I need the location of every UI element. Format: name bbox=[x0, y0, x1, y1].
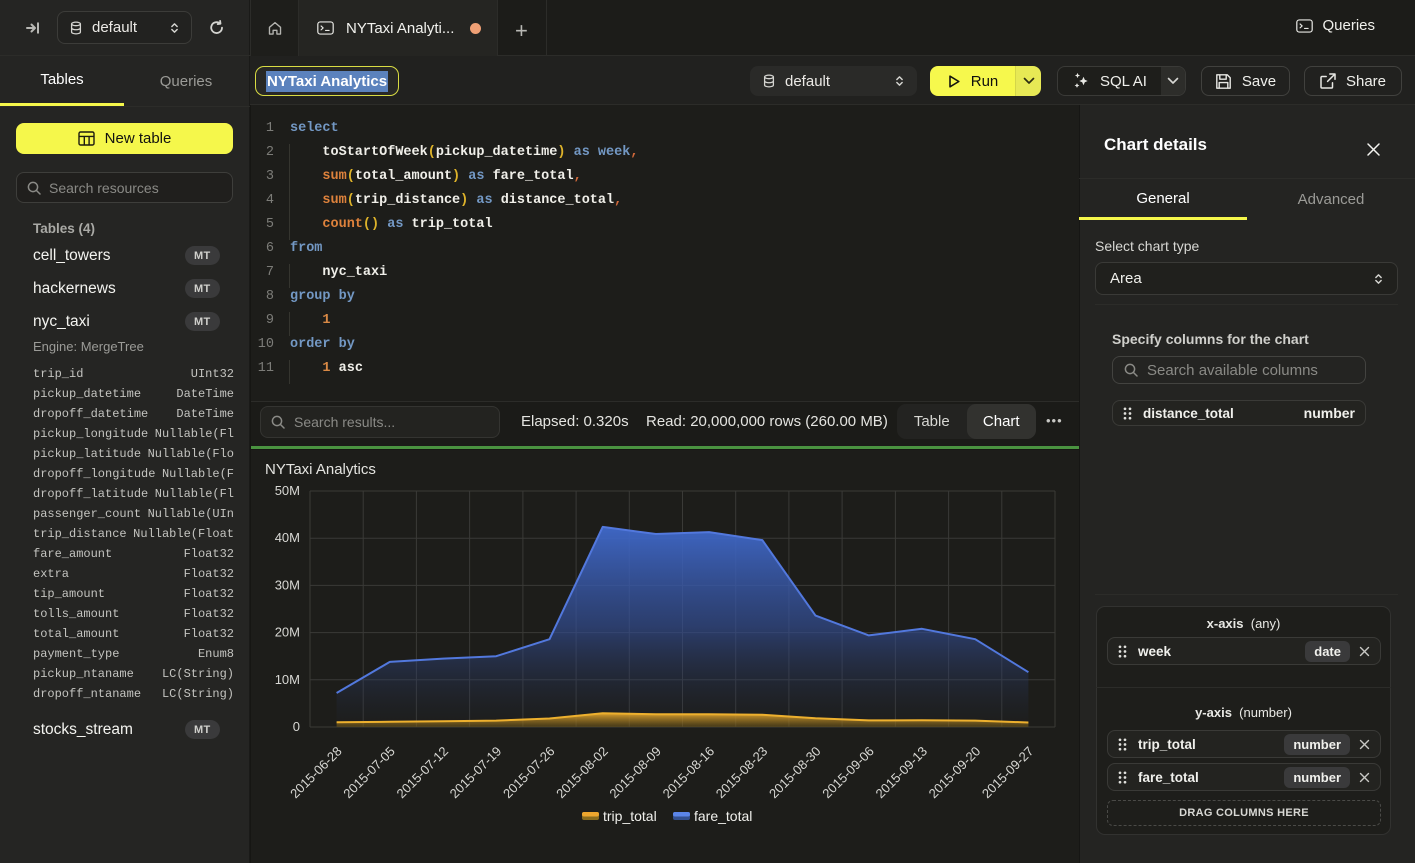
svg-text:2015-09-27: 2015-09-27 bbox=[979, 744, 1037, 802]
svg-text:10M: 10M bbox=[275, 672, 300, 687]
svg-text:2015-07-05: 2015-07-05 bbox=[340, 744, 398, 802]
svg-text:2015-09-06: 2015-09-06 bbox=[819, 744, 877, 802]
svg-text:2015-08-09: 2015-08-09 bbox=[606, 744, 664, 802]
svg-text:20M: 20M bbox=[275, 625, 300, 640]
svg-text:40M: 40M bbox=[275, 530, 300, 545]
svg-text:2015-08-30: 2015-08-30 bbox=[766, 744, 824, 802]
svg-text:30M: 30M bbox=[275, 577, 300, 592]
svg-text:2015-07-26: 2015-07-26 bbox=[500, 744, 558, 802]
svg-text:2015-09-20: 2015-09-20 bbox=[926, 744, 984, 802]
svg-text:2015-07-19: 2015-07-19 bbox=[447, 744, 505, 802]
svg-text:2015-07-12: 2015-07-12 bbox=[393, 744, 451, 802]
svg-text:NYTaxi Analytics: NYTaxi Analytics bbox=[265, 461, 376, 478]
svg-text:2015-06-28: 2015-06-28 bbox=[287, 744, 345, 802]
svg-text:2015-08-23: 2015-08-23 bbox=[713, 744, 771, 802]
svg-text:0: 0 bbox=[293, 719, 300, 734]
svg-text:2015-09-13: 2015-09-13 bbox=[872, 744, 930, 802]
svg-text:50M: 50M bbox=[275, 483, 300, 498]
svg-text:2015-08-16: 2015-08-16 bbox=[660, 744, 718, 802]
svg-text:fare_total: fare_total bbox=[694, 808, 752, 824]
svg-text:2015-08-02: 2015-08-02 bbox=[553, 744, 611, 802]
svg-text:trip_total: trip_total bbox=[603, 808, 657, 824]
